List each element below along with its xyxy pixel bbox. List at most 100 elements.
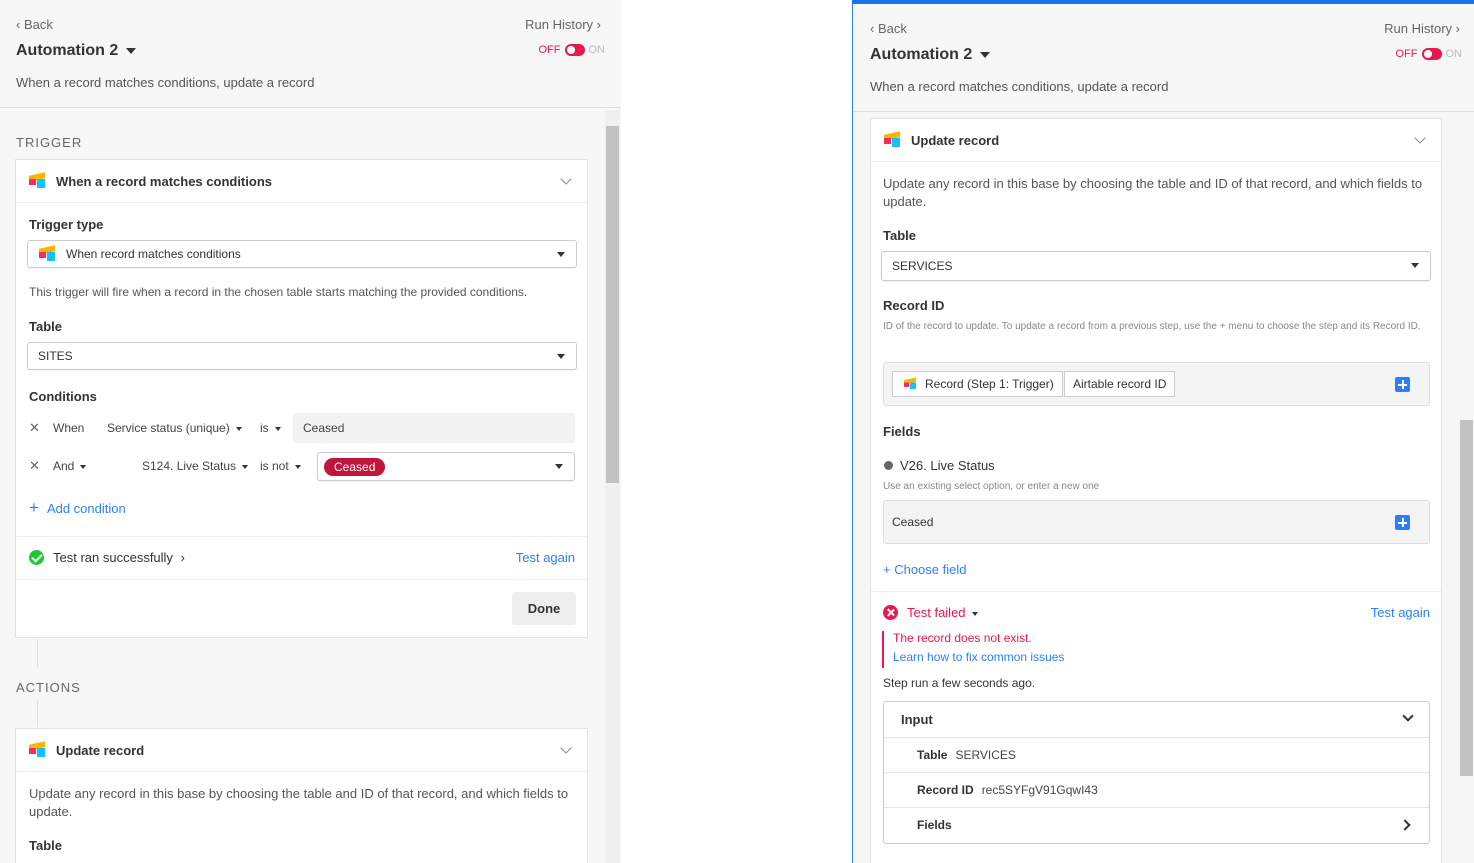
- scrollbar-thumb[interactable]: [1460, 420, 1473, 776]
- row-value: rec5SYFgV91GqwI43: [981, 783, 1098, 797]
- input-table: Input Table SERVICES Record ID rec5SYFgV91…: [883, 701, 1430, 844]
- table-row: Table SERVICES: [884, 737, 1429, 772]
- action-card: Update record Update any record in this …: [15, 728, 588, 863]
- choose-field-button[interactable]: + Choose field: [883, 562, 966, 577]
- action-card-header[interactable]: Update record: [871, 119, 1441, 162]
- test-again-link[interactable]: Test again: [1371, 605, 1430, 620]
- row-key: Record ID: [917, 783, 974, 797]
- record-id-input[interactable]: Record (Step 1: Trigger) Airtable record…: [883, 362, 1430, 406]
- field-value-input[interactable]: Ceased: [883, 500, 1430, 544]
- table-select[interactable]: SITES: [27, 342, 577, 370]
- step-run-text: Step run a few seconds ago.: [883, 676, 1036, 690]
- caret-down-icon: [242, 464, 249, 469]
- scrollbar[interactable]: [1459, 114, 1474, 863]
- divider: [16, 579, 587, 580]
- row-key: Fields: [917, 818, 952, 832]
- insert-plus-icon[interactable]: [1395, 515, 1410, 530]
- plus-icon: +: [29, 498, 39, 517]
- condition-connector-select[interactable]: And: [53, 459, 87, 473]
- row-value: SERVICES: [955, 748, 1016, 762]
- chevron-down-icon[interactable]: [1402, 710, 1414, 722]
- scrollbar-thumb[interactable]: [606, 126, 619, 483]
- table-row[interactable]: Fields: [884, 807, 1429, 842]
- chevron-down-icon[interactable]: [560, 742, 572, 754]
- remove-condition-icon[interactable]: ✕: [29, 420, 40, 436]
- input-header[interactable]: Input: [901, 712, 933, 727]
- toggle-switch[interactable]: [1421, 48, 1442, 60]
- condition-operator: is: [260, 421, 269, 435]
- condition-operator-select[interactable]: is: [260, 421, 281, 435]
- test-again-link[interactable]: Test again: [516, 550, 575, 565]
- success-check-icon: [29, 550, 44, 565]
- action-card-header[interactable]: Update record: [16, 729, 587, 772]
- automation-title[interactable]: Automation 2: [870, 46, 991, 64]
- actions-section-label: ACTIONS: [16, 680, 81, 695]
- airtable-logo-icon: [883, 131, 901, 147]
- test-status[interactable]: Test ran successfully ›: [53, 550, 185, 565]
- chevron-down-icon[interactable]: [560, 173, 572, 185]
- back-label: Back: [23, 17, 53, 32]
- flow-connector: [37, 639, 38, 667]
- test-status[interactable]: Test failed: [907, 605, 978, 620]
- step-token[interactable]: Record (Step 1: Trigger): [892, 371, 1063, 397]
- condition-field: S124. Live Status: [142, 459, 237, 473]
- insert-plus-icon[interactable]: [1395, 377, 1410, 392]
- table-label: Table: [883, 228, 916, 243]
- run-history-link[interactable]: Run History ›: [525, 17, 601, 32]
- automation-toggle[interactable]: OFF ON: [1396, 48, 1462, 60]
- record-id-label: Record ID: [883, 298, 945, 313]
- back-link[interactable]: ‹ Back: [870, 21, 907, 36]
- fields-label: Fields: [883, 424, 921, 439]
- step-token-label: Record (Step 1: Trigger): [925, 377, 1054, 391]
- automation-title-text: Automation 2: [16, 42, 119, 59]
- remove-condition-icon[interactable]: ✕: [29, 458, 40, 474]
- toggle-on-label: ON: [588, 44, 606, 56]
- caret-down-icon: [274, 426, 281, 431]
- chevron-down-icon[interactable]: [1414, 132, 1426, 144]
- toggle-off-label: OFF: [538, 44, 561, 56]
- caret-down-icon: [235, 426, 242, 431]
- run-history-link[interactable]: Run History ›: [1384, 21, 1460, 36]
- back-link[interactable]: ‹ Back: [16, 17, 53, 32]
- dropdown-arrow-icon: [557, 252, 565, 257]
- flow-connector: [37, 700, 38, 727]
- trigger-type-select[interactable]: When record matches conditions: [27, 240, 577, 268]
- condition-value-select[interactable]: Ceased: [317, 452, 575, 481]
- action-card: Update record Update any record in this …: [870, 118, 1442, 863]
- automation-title[interactable]: Automation 2: [16, 42, 137, 60]
- automation-toggle[interactable]: OFF ON: [538, 44, 606, 56]
- left-automation-panel: ‹ Back Run History › Automation 2 OFF ON…: [0, 0, 621, 863]
- trigger-card-header[interactable]: When a record matches conditions: [16, 160, 587, 203]
- caret-down-icon: [971, 611, 978, 616]
- table-select[interactable]: SERVICES: [881, 251, 1431, 281]
- caret-down-icon: [126, 47, 137, 54]
- automation-description: When a record matches conditions, update…: [16, 75, 315, 90]
- trigger-section-label: TRIGGER: [16, 135, 83, 150]
- condition-value: Ceased: [303, 421, 345, 435]
- table-row: Record ID rec5SYFgV91GqwI43: [884, 772, 1429, 807]
- condition-field-select[interactable]: S124. Live Status: [142, 459, 249, 473]
- record-id-help: ID of the record to update. To update a …: [883, 321, 1421, 332]
- error-icon: [883, 605, 898, 620]
- condition-connector: And: [53, 459, 75, 473]
- condition-value-input[interactable]: Ceased: [293, 413, 575, 443]
- scrollbar[interactable]: [605, 110, 620, 863]
- condition-operator-select[interactable]: is not: [260, 459, 301, 473]
- done-button[interactable]: Done: [512, 592, 576, 625]
- toggle-switch[interactable]: [564, 44, 585, 56]
- condition-connector: When: [53, 421, 85, 435]
- left-header: ‹ Back Run History › Automation 2 OFF ON…: [0, 0, 621, 108]
- divider: [871, 591, 1441, 592]
- run-history-label: Run History: [1384, 21, 1453, 36]
- fix-issues-link[interactable]: Learn how to fix common issues: [893, 650, 1064, 664]
- error-bar: [882, 631, 884, 668]
- chevron-right-icon[interactable]: [1399, 819, 1411, 831]
- add-condition-label: Add condition: [46, 501, 126, 516]
- condition-field-select[interactable]: Service status (unique): [107, 421, 242, 435]
- field-name: V26. Live Status: [900, 458, 995, 473]
- add-condition-button[interactable]: + Add condition: [29, 498, 126, 518]
- test-status-text: Test ran successfully: [53, 550, 173, 565]
- field-token[interactable]: Airtable record ID: [1064, 371, 1176, 397]
- action-card-title: Update record: [911, 132, 1000, 148]
- action-description: Update any record in this base by choosi…: [29, 786, 569, 819]
